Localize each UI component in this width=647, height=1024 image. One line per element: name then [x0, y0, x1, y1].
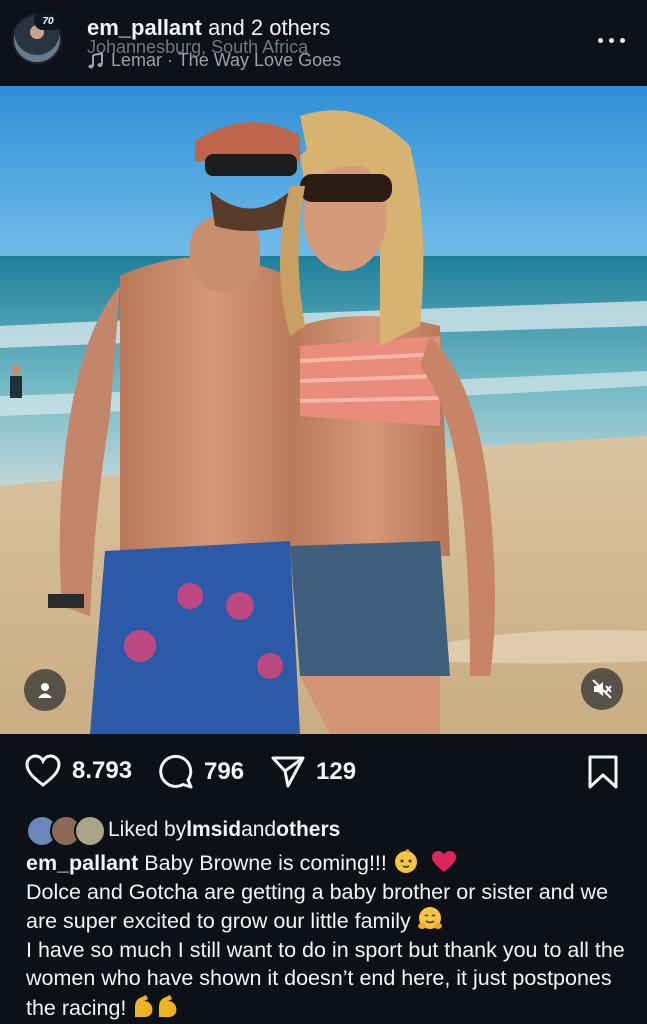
baby-emoji-icon — [394, 849, 417, 873]
liked-by-user[interactable]: lmsid — [186, 818, 241, 842]
tagged-people-button[interactable] — [24, 669, 66, 711]
more-icon — [598, 38, 603, 43]
bookmark-icon — [588, 755, 618, 789]
music-label: Lemar · The Way Love Goes — [111, 50, 342, 70]
like-count: 8.793 — [72, 757, 133, 784]
post-music[interactable]: Lemar · The Way Love Goes — [87, 50, 341, 71]
mute-button[interactable] — [581, 668, 623, 710]
flexed-biceps-icon — [159, 994, 177, 1017]
avatar — [74, 815, 106, 847]
comment-action[interactable]: 796 — [158, 754, 244, 790]
share-action[interactable]: 129 — [270, 754, 356, 790]
like-action[interactable]: 8.793 — [24, 754, 132, 788]
post-header: 70 em_pallant and 2 others Johannesburg,… — [0, 0, 647, 86]
flexed-biceps-icon — [135, 994, 153, 1017]
caption-line-1: Baby Browne is coming!!! — [138, 851, 393, 875]
hugging-face-icon — [417, 907, 442, 929]
avatar-badge: 70 — [34, 12, 62, 30]
music-note-icon — [88, 51, 103, 68]
caption-username[interactable]: em_pallant — [26, 851, 138, 875]
post-photo[interactable] — [0, 86, 647, 734]
post-actions: 8.793 796 129 — [0, 734, 647, 814]
liked-by-row[interactable]: Liked by lmsid and others — [26, 814, 340, 847]
share-count: 129 — [316, 758, 357, 785]
caption-line-3: I have so much I still want to do in spo… — [26, 937, 625, 1020]
mute-icon — [592, 679, 612, 699]
caption-line-2: Dolce and Gotcha are getting a baby brot… — [26, 879, 609, 934]
heart-icon — [25, 754, 61, 787]
liked-by-prefix: Liked by — [108, 818, 187, 841]
more-options-button[interactable] — [595, 28, 629, 52]
liked-by-middle: and — [241, 818, 277, 841]
comment-icon — [159, 754, 193, 789]
save-button[interactable] — [587, 754, 619, 790]
red-heart-icon — [431, 851, 456, 872]
share-icon — [271, 756, 305, 788]
liked-by-others[interactable]: others — [276, 818, 340, 842]
post-caption: em_pallant Baby Browne is coming!!! Dolc… — [26, 848, 626, 1022]
comment-count: 796 — [204, 758, 245, 785]
person-icon — [38, 683, 52, 698]
liker-avatars — [26, 815, 106, 847]
